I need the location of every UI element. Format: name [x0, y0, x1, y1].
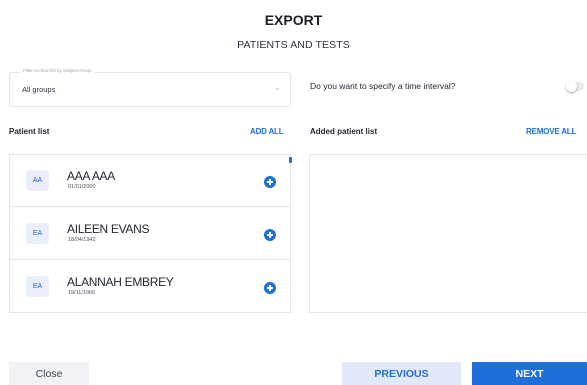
- close-button[interactable]: Close: [9, 362, 89, 385]
- avatar: EA: [26, 276, 49, 297]
- patient-list-heading: Patient list: [9, 127, 50, 136]
- list-item[interactable]: EA AILEEN EVANS 18/04/1942: [10, 208, 290, 260]
- list-item[interactable]: AA AAA AAA 01/01/2000: [10, 155, 290, 207]
- added-patient-list-heading: Added patient list: [310, 127, 378, 136]
- patient-dob: 19/11/1966: [68, 290, 96, 296]
- filter-selected-value: All groups: [22, 85, 56, 94]
- patient-name: AAA AAA: [67, 169, 115, 183]
- page-subtitle: PATIENTS AND TESTS: [237, 39, 350, 51]
- added-patient-list: [309, 154, 587, 313]
- time-interval-toggle[interactable]: [566, 81, 584, 92]
- patient-name: ALANNAH EMBREY: [67, 275, 174, 289]
- patient-dob: 18/04/1942: [68, 237, 96, 243]
- plus-circle-icon[interactable]: [264, 282, 276, 294]
- avatar: EA: [26, 223, 49, 244]
- subject-group-filter-select[interactable]: Filter Archive list by Subject Group All…: [9, 68, 291, 107]
- avatar: AA: [26, 170, 49, 191]
- chevron-down-icon: ⌄: [273, 82, 281, 92]
- filter-legend: Filter Archive list by Subject Group: [20, 68, 95, 73]
- scrollbar-thumb[interactable]: [289, 157, 292, 163]
- toggle-knob: [566, 81, 577, 92]
- patient-dob: 01/01/2000: [68, 184, 96, 190]
- list-item[interactable]: EA ALANNAH EMBREY 19/11/1966: [10, 261, 290, 312]
- add-all-button[interactable]: ADD ALL: [250, 127, 284, 136]
- plus-circle-icon[interactable]: [264, 176, 276, 188]
- next-button[interactable]: NEXT: [472, 362, 587, 385]
- time-interval-label: Do you want to specify a time interval?: [310, 81, 456, 91]
- plus-circle-icon[interactable]: [264, 229, 276, 241]
- patient-list[interactable]: AA AAA AAA 01/01/2000 EA AILEEN EVANS 18…: [9, 154, 291, 313]
- previous-button[interactable]: PREVIOUS: [342, 362, 461, 385]
- page-title: EXPORT: [264, 12, 323, 28]
- patient-list-scrollbar[interactable]: [289, 157, 292, 309]
- patient-name: AILEEN EVANS: [67, 222, 150, 236]
- remove-all-button[interactable]: REMOVE ALL: [526, 127, 576, 136]
